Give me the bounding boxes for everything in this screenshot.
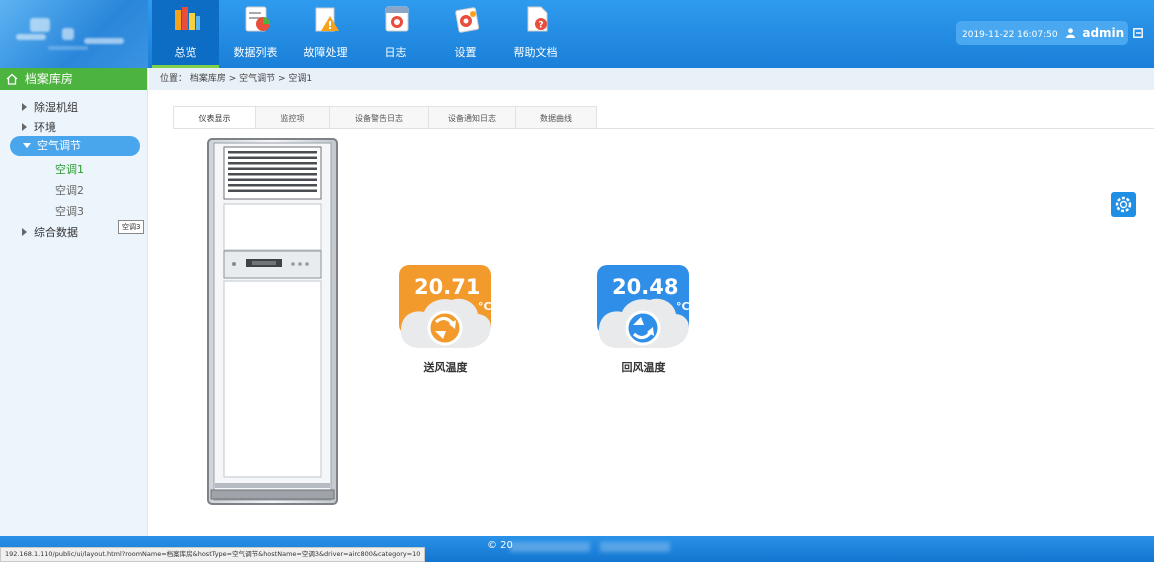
supply-temp-label: 送风温度 <box>423 361 468 374</box>
blurred-footer-text <box>510 542 590 552</box>
hover-tooltip: 空调3 <box>118 220 145 234</box>
sidebar-title: 档案库房 <box>24 72 73 86</box>
expand-arrow-icon <box>22 103 27 111</box>
tree-item-integrated-data[interactable]: 综合数据 <box>22 224 78 240</box>
nav-label: 日志 <box>384 46 407 59</box>
top-header: 总览 数据列表 故障处理 日志 设置 ? 帮助文档 2019-11-22 16:… <box>0 0 1154 68</box>
username: admin <box>1082 26 1125 40</box>
nav-settings[interactable]: 设置 <box>432 0 499 68</box>
tab-divider <box>173 128 1154 129</box>
tree-item-label: 环境 <box>34 121 56 134</box>
sidebar-header[interactable]: 档案库房 <box>0 68 147 90</box>
home-icon <box>6 73 18 85</box>
help-doc-icon: ? <box>527 6 548 32</box>
expand-arrow-icon <box>22 228 27 236</box>
sidebar: 档案库房 除湿机组 环境 空气调节 空调1 空调2 空调3 综合数据 空调3 <box>0 68 148 536</box>
return-temp-label: 回风温度 <box>621 361 666 374</box>
sub-item-ac2[interactable]: 空调2 <box>55 182 84 198</box>
tree-item-label: 空气调节 <box>37 139 81 152</box>
tree-item-label: 除湿机组 <box>34 101 78 114</box>
blurred-footer-text <box>600 542 670 552</box>
tab-monitor-items[interactable]: 监控项 <box>255 106 330 129</box>
tab-device-notice-log[interactable]: 设备通知日志 <box>428 106 516 129</box>
logo <box>0 0 148 68</box>
supply-temp-value: 20.71 <box>414 275 481 299</box>
sub-item-ac1[interactable]: 空调1 <box>55 161 84 177</box>
nav-label: 总览 <box>174 46 197 59</box>
nav-label: 帮助文档 <box>513 46 558 59</box>
supply-temp-unit: °C <box>478 300 492 313</box>
tab-data-curve[interactable]: 数据曲线 <box>515 106 597 129</box>
books-icon <box>175 7 200 30</box>
collapse-arrow-icon <box>23 143 31 148</box>
settings-icon <box>455 7 480 33</box>
ac-cabinet-illustration <box>207 138 338 505</box>
warning-icon <box>315 7 339 32</box>
return-temp-unit: °C <box>676 300 690 313</box>
nav-data-list[interactable]: 数据列表 <box>222 0 289 68</box>
sub-item-ac3[interactable]: 空调3 <box>55 203 84 219</box>
tree-item-dehumidifier[interactable]: 除湿机组 <box>22 99 78 115</box>
gear-icon <box>1115 196 1132 213</box>
user-icon <box>1066 28 1076 38</box>
return-temp-value: 20.48 <box>612 275 679 299</box>
nav-label: 数据列表 <box>233 46 278 59</box>
app-window: 总览 数据列表 故障处理 日志 设置 ? 帮助文档 2019-11-22 16:… <box>0 0 1154 562</box>
tab-gauge-display[interactable]: 仪表显示 <box>173 106 256 129</box>
floating-settings-button[interactable] <box>1111 192 1136 217</box>
breadcrumb: 位置： 档案库房 > 空气调节 > 空调1 <box>149 68 1154 90</box>
log-icon <box>385 6 409 32</box>
tab-device-warning-log[interactable]: 设备警告日志 <box>329 106 429 129</box>
nav-help-docs[interactable]: ? 帮助文档 <box>502 0 569 68</box>
nav-label: 故障处理 <box>303 46 348 59</box>
expand-arrow-icon <box>22 123 27 131</box>
current-datetime: 2019-11-22 16:07:50 <box>962 30 1058 40</box>
nav-label: 设置 <box>454 46 477 59</box>
user-info-box: 2019-11-22 16:07:50 admin <box>956 21 1143 45</box>
tree-item-environment[interactable]: 环境 <box>22 119 56 135</box>
main-nav: 总览 数据列表 故障处理 日志 设置 ? 帮助文档 <box>152 0 572 68</box>
data-list-icon <box>245 6 270 32</box>
browser-status-bar: 192.168.1.110/public/ui/layout.html?room… <box>0 547 426 562</box>
nav-overview[interactable]: 总览 <box>152 0 219 68</box>
tree-item-air-conditioning[interactable]: 空气调节 <box>10 136 140 156</box>
svg-text:?: ? <box>538 21 543 31</box>
nav-fault-handling[interactable]: 故障处理 <box>292 0 359 68</box>
logout-icon[interactable] <box>1133 28 1143 38</box>
tab-bar: 仪表显示 监控项 设备警告日志 设备通知日志 数据曲线 <box>173 106 597 129</box>
tree-item-label: 综合数据 <box>34 226 78 239</box>
nav-log[interactable]: 日志 <box>362 0 429 68</box>
